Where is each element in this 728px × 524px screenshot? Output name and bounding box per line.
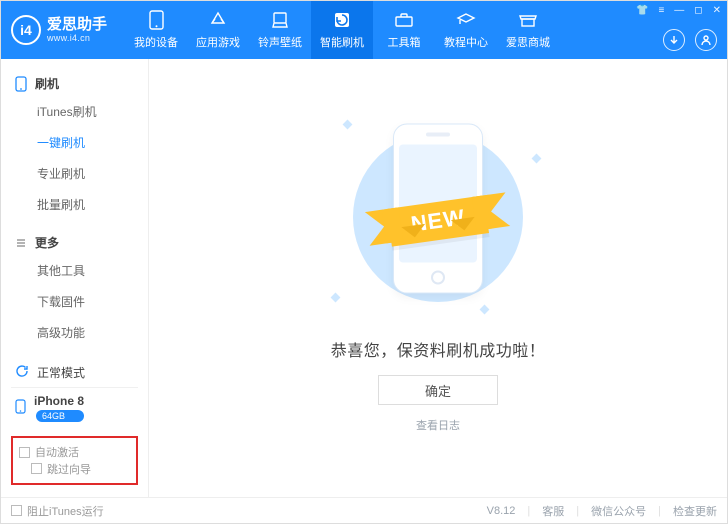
minimize-icon[interactable]: — [674, 5, 684, 16]
nav-label: 教程中心 [444, 34, 488, 50]
skip-wizard-checkbox[interactable]: 跳过向导 [31, 461, 91, 477]
status-bar: 阻止iTunes运行 V8.12 | 客服 | 微信公众号 | 检查更新 [1, 497, 727, 523]
ringtone-icon [270, 11, 290, 30]
app-window: i4 爱思助手 www.i4.cn 我的设备 应用游戏 [0, 0, 728, 524]
window-controls: 👕 ≡ — ◻ ✕ [636, 5, 721, 16]
logo: i4 爱思助手 www.i4.cn [1, 1, 119, 59]
nav-toolbox[interactable]: 工具箱 [373, 1, 435, 59]
sidebar-item-oneclick-flash[interactable]: 一键刷机 [1, 127, 148, 158]
mode-normal[interactable]: 正常模式 [11, 358, 138, 387]
tutorial-icon [456, 11, 476, 30]
sidebar: 刷机 iTunes刷机 一键刷机 专业刷机 批量刷机 更多 其他工具 下载固件 … [1, 59, 149, 497]
top-nav: 我的设备 应用游戏 铃声壁纸 智能刷机 [119, 1, 559, 59]
sidebar-section-flash: 刷机 [1, 69, 148, 96]
sidebar-item-batch-flash[interactable]: 批量刷机 [1, 189, 148, 220]
nav-store[interactable]: 爱思商城 [497, 1, 559, 59]
nav-label: 应用游戏 [196, 34, 240, 50]
check-update-link[interactable]: 检查更新 [673, 503, 717, 519]
maximize-icon[interactable]: ◻ [694, 5, 702, 16]
sidebar-item-pro-flash[interactable]: 专业刷机 [1, 158, 148, 189]
checkbox-icon [11, 505, 22, 516]
nav-ringtones[interactable]: 铃声壁纸 [249, 1, 311, 59]
device-name: iPhone 8 [34, 394, 84, 408]
header: i4 爱思助手 www.i4.cn 我的设备 应用游戏 [1, 1, 727, 59]
app-title: 爱思助手 [47, 16, 107, 33]
logo-icon: i4 [11, 15, 41, 45]
sidebar-item-download-firmware[interactable]: 下载固件 [1, 286, 148, 317]
checkbox-label: 跳过向导 [47, 461, 91, 477]
nav-flash[interactable]: 智能刷机 [311, 1, 373, 59]
phone-icon [15, 399, 26, 417]
flash-icon [332, 11, 352, 30]
device-icon [146, 11, 166, 30]
header-actions [663, 29, 717, 51]
nav-label: 我的设备 [134, 34, 178, 50]
user-icon[interactable] [695, 29, 717, 51]
body: 刷机 iTunes刷机 一键刷机 专业刷机 批量刷机 更多 其他工具 下载固件 … [1, 59, 727, 497]
auto-activate-checkbox[interactable]: 自动激活 [19, 444, 79, 460]
phone-icon [15, 76, 27, 92]
nav-label: 爱思商城 [506, 34, 550, 50]
view-log-link[interactable]: 查看日志 [416, 417, 460, 433]
main-panel: NEW 恭喜您，保资料刷机成功啦！ 确定 查看日志 [149, 59, 727, 497]
nav-my-device[interactable]: 我的设备 [125, 1, 187, 59]
storage-badge: 64GB [36, 410, 84, 422]
download-icon[interactable] [663, 29, 685, 51]
close-icon[interactable]: ✕ [713, 5, 721, 16]
sidebar-item-itunes-flash[interactable]: iTunes刷机 [1, 96, 148, 127]
mode-label: 正常模式 [37, 364, 85, 381]
nav-label: 工具箱 [388, 34, 421, 50]
sidebar-item-advanced[interactable]: 高级功能 [1, 317, 148, 348]
wechat-link[interactable]: 微信公众号 [591, 503, 646, 519]
ok-button[interactable]: 确定 [378, 375, 498, 405]
section-title: 刷机 [35, 75, 59, 92]
app-url: www.i4.cn [47, 33, 107, 43]
block-itunes-checkbox[interactable]: 阻止iTunes运行 [11, 503, 104, 519]
checkbox-icon [19, 447, 30, 458]
options-highlight-box: 自动激活 跳过向导 [11, 436, 138, 485]
section-title: 更多 [35, 234, 59, 251]
refresh-icon [15, 364, 29, 381]
toolbox-icon [394, 11, 414, 30]
nav-apps[interactable]: 应用游戏 [187, 1, 249, 59]
tshirt-icon[interactable]: 👕 [636, 5, 648, 16]
nav-label: 智能刷机 [320, 34, 364, 50]
success-message: 恭喜您，保资料刷机成功啦！ [331, 337, 546, 361]
menu-icon[interactable]: ≡ [658, 5, 664, 16]
nav-label: 铃声壁纸 [258, 34, 302, 50]
nav-tutorial[interactable]: 教程中心 [435, 1, 497, 59]
device-row[interactable]: iPhone 8 64GB [11, 387, 138, 428]
sidebar-section-more: 更多 [1, 228, 148, 255]
checkbox-label: 自动激活 [35, 444, 79, 460]
store-icon [518, 11, 538, 30]
sidebar-item-other-tools[interactable]: 其他工具 [1, 255, 148, 286]
checkbox-label: 阻止iTunes运行 [27, 503, 104, 519]
support-link[interactable]: 客服 [542, 503, 564, 519]
success-illustration: NEW [328, 117, 548, 317]
more-icon [15, 237, 27, 249]
version-label: V8.12 [487, 505, 516, 517]
checkbox-icon [31, 463, 42, 474]
apps-icon [208, 11, 228, 30]
sidebar-footer: 正常模式 iPhone 8 64GB 自动激活 [1, 348, 148, 497]
